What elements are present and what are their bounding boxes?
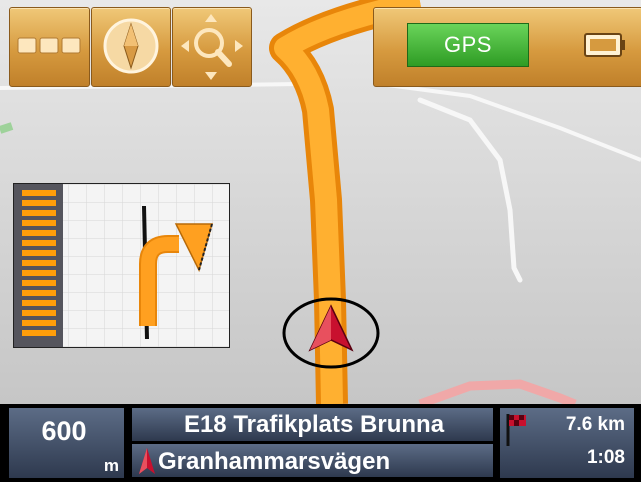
zoom-icon — [181, 14, 243, 80]
distance-unit: m — [103, 456, 119, 475]
current-road-name: Granhammarsvägen — [158, 448, 391, 475]
menu-button[interactable] — [9, 7, 90, 87]
current-road-line: Granhammarsvägen — [132, 444, 493, 477]
map-road — [0, 122, 14, 134]
remaining-distance: 7.6 km — [565, 414, 625, 435]
trip-info-box[interactable]: 7.6 km 1:08 — [500, 408, 634, 478]
turn-instruction-panel — [13, 183, 230, 348]
distance-to-turn-box[interactable]: 600 m — [9, 408, 124, 478]
navigation-screen: GPS 600 m E18 Trafikplats Brunna Granham… — [0, 0, 641, 482]
zoom-button[interactable] — [172, 7, 252, 87]
turn-right-icon — [14, 184, 229, 347]
compass-icon — [103, 18, 159, 74]
remaining-time: 1:08 — [586, 447, 625, 468]
menu-icon — [17, 37, 81, 54]
road-info-box[interactable]: E18 Trafikplats Brunna Granhammarsvägen — [132, 408, 493, 478]
status-panel[interactable]: GPS — [373, 7, 641, 87]
info-bar: 600 m E18 Trafikplats Brunna Granhammars… — [0, 404, 641, 482]
destination-flag-icon — [506, 414, 526, 446]
compass-button[interactable] — [91, 7, 171, 87]
next-road-line: E18 Trafikplats Brunna — [132, 408, 493, 441]
current-position-icon — [139, 448, 155, 474]
battery-icon — [584, 33, 625, 57]
distance-to-turn: 600 — [41, 416, 87, 446]
distance-progress-bar — [22, 190, 56, 336]
next-road-name: E18 Trafikplats Brunna — [183, 411, 445, 438]
